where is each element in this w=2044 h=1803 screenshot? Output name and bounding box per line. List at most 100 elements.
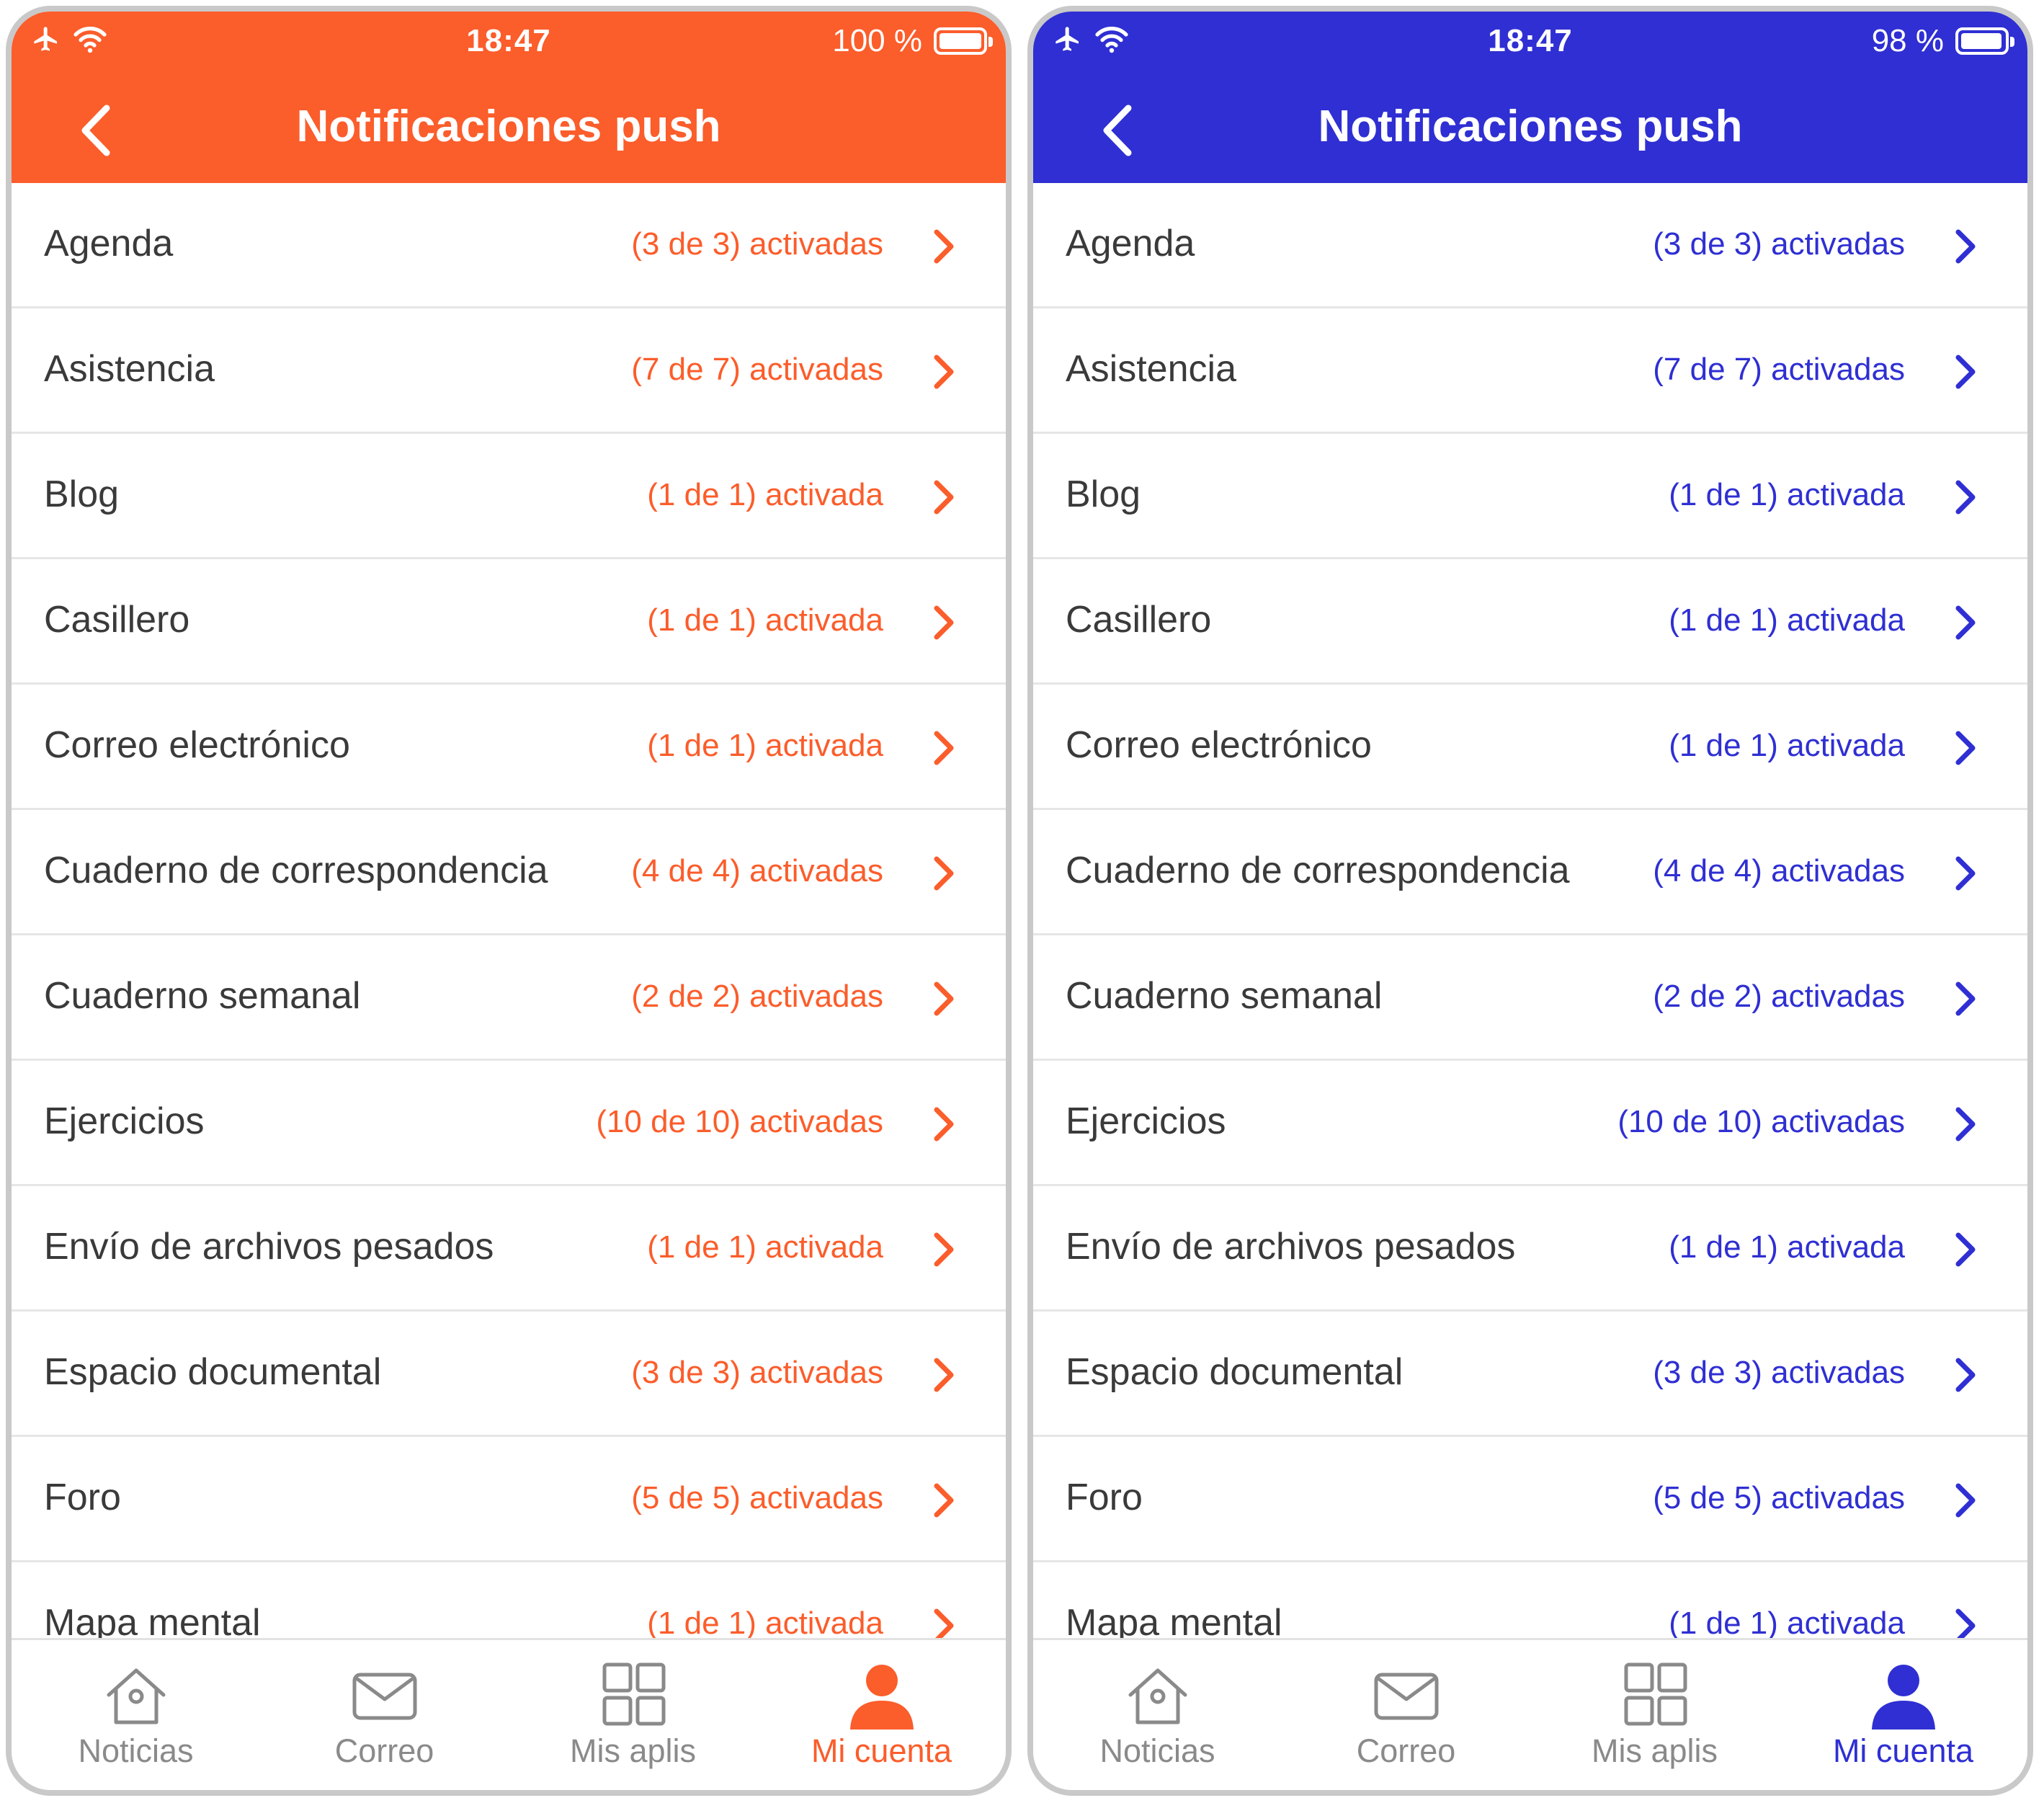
chevron-right-icon <box>1955 605 1976 640</box>
chevron-right-icon <box>1955 1358 1976 1392</box>
notification-row[interactable]: Ejercicios (10 de 10) activadas <box>1033 1061 2027 1186</box>
notification-row[interactable]: Cuaderno de correspondencia (4 de 4) acti… <box>12 810 1006 935</box>
activation-count: (1 de 1) activada <box>647 1229 883 1265</box>
page-title: Notificaciones push <box>1318 102 1743 151</box>
tab-mail[interactable]: Correo <box>260 1640 509 1790</box>
notification-row[interactable]: Correo electrónico (1 de 1) activada <box>1033 685 2027 810</box>
notification-row[interactable]: Agenda (3 de 3) activadas <box>1033 183 2027 308</box>
tab-home[interactable]: Noticias <box>12 1640 260 1790</box>
chevron-right-icon <box>1955 480 1976 515</box>
activation-count: (1 de 1) activada <box>1669 602 1905 638</box>
tab-apps-grid[interactable]: Mis aplis <box>1530 1640 1779 1790</box>
header-bar: 18:47 98 % Notificaciones push <box>1033 12 2027 183</box>
notification-row[interactable]: Casillero (1 de 1) activada <box>12 559 1006 685</box>
home-icon <box>107 1668 165 1724</box>
notification-row[interactable]: Blog (1 de 1) activada <box>1033 434 2027 559</box>
chevron-right-icon <box>1955 981 1976 1016</box>
tab-label: Correo <box>334 1732 434 1769</box>
notification-label: Asistencia <box>1066 348 1236 390</box>
notification-row[interactable]: Asistencia (7 de 7) activadas <box>1033 308 2027 434</box>
notification-row[interactable]: Envío de archivos pesados (1 de 1) activa… <box>12 1186 1006 1312</box>
activation-count: (5 de 5) activadas <box>1653 1480 1905 1515</box>
notification-row[interactable]: Foro (5 de 5) activadas <box>1033 1437 2027 1562</box>
activation-count: (1 de 1) activada <box>647 1606 883 1641</box>
tab-mail[interactable]: Correo <box>1282 1640 1530 1790</box>
tab-home[interactable]: Noticias <box>1033 1640 1282 1790</box>
activation-count: (1 de 1) activada <box>1669 477 1905 512</box>
notification-label: Casillero <box>1066 599 1212 641</box>
chevron-right-icon <box>934 731 954 765</box>
chevron-right-icon <box>1955 229 1976 264</box>
activation-count: (5 de 5) activadas <box>631 1480 883 1515</box>
chevron-right-icon <box>1955 1107 1976 1141</box>
mail-icon <box>352 1673 416 1720</box>
notification-label: Blog <box>1066 473 1141 515</box>
notification-row[interactable]: Ejercicios (10 de 10) activadas <box>12 1061 1006 1186</box>
activation-count: (1 de 1) activada <box>1669 1229 1905 1265</box>
phone-screen-left: 18:47 100 % Notificaciones push Agenda (3… <box>6 6 1012 1796</box>
notification-label: Foro <box>1066 1477 1143 1518</box>
chevron-right-icon <box>934 229 954 264</box>
chevron-right-icon <box>934 1107 954 1141</box>
header-bar: 18:47 100 % Notificaciones push <box>12 12 1006 183</box>
chevron-right-icon <box>934 355 954 389</box>
chevron-right-icon <box>1955 1232 1976 1267</box>
mail-icon <box>1374 1673 1438 1720</box>
notification-label: Agenda <box>1066 223 1195 264</box>
activation-count: (1 de 1) activada <box>1669 728 1905 763</box>
status-bar: 18:47 100 % <box>12 12 1006 69</box>
notification-row[interactable]: Espacio documental (3 de 3) activadas <box>12 1312 1006 1437</box>
activation-count: (3 de 3) activadas <box>631 1355 883 1390</box>
chevron-right-icon <box>1955 856 1976 891</box>
user-icon <box>849 1665 914 1729</box>
tab-label: Noticias <box>1099 1732 1215 1769</box>
page-title: Notificaciones push <box>296 102 721 151</box>
notification-row[interactable]: Cuaderno semanal (2 de 2) activadas <box>1033 935 2027 1061</box>
notification-label: Ejercicios <box>1066 1100 1226 1142</box>
tab-label: Mis aplis <box>569 1732 697 1769</box>
home-icon <box>1128 1668 1187 1724</box>
notification-label: Foro <box>44 1477 121 1518</box>
activation-count: (3 de 3) activadas <box>1653 1355 1905 1390</box>
activation-count: (4 de 4) activadas <box>1653 853 1905 889</box>
notification-row[interactable]: Casillero (1 de 1) activada <box>1033 559 2027 685</box>
notification-label: Envío de archivos pesados <box>1066 1226 1516 1268</box>
notification-row[interactable]: Correo electrónico (1 de 1) activada <box>12 685 1006 810</box>
status-bar: 18:47 98 % <box>1033 12 2027 69</box>
chevron-right-icon <box>934 1483 954 1518</box>
tab-bar: Noticias Correo Mis aplis Mi cuenta <box>1033 1638 2027 1790</box>
activation-count: (3 de 3) activadas <box>631 226 883 262</box>
notification-label: Casillero <box>44 599 190 641</box>
notification-label: Cuaderno de correspondencia <box>44 850 548 891</box>
activation-count: (7 de 7) activadas <box>1653 352 1905 387</box>
tab-bar: Noticias Correo Mis aplis Mi cuenta <box>12 1638 1006 1790</box>
notification-row[interactable]: Agenda (3 de 3) activadas <box>12 183 1006 308</box>
tab-apps-grid[interactable]: Mis aplis <box>509 1640 757 1790</box>
tab-user[interactable]: Mi cuenta <box>757 1640 1006 1790</box>
notifications-list: Agenda (3 de 3) activadas Asistencia (7 de … <box>1033 183 2027 1652</box>
notification-row[interactable]: Foro (5 de 5) activadas <box>12 1437 1006 1562</box>
battery-icon <box>934 27 993 55</box>
activation-count: (7 de 7) activadas <box>631 352 883 387</box>
tab-user[interactable]: Mi cuenta <box>1779 1640 2027 1790</box>
battery-percent: 100 % <box>832 23 922 58</box>
chevron-right-icon <box>934 1358 954 1392</box>
notification-label: Espacio documental <box>44 1351 382 1393</box>
battery-icon <box>1955 27 2014 55</box>
notification-label: Correo electrónico <box>44 724 350 766</box>
notification-label: Cuaderno de correspondencia <box>1066 850 1570 891</box>
notification-row[interactable]: Cuaderno semanal (2 de 2) activadas <box>12 935 1006 1061</box>
tab-label: Mi cuenta <box>1832 1732 1974 1769</box>
notification-row[interactable]: Blog (1 de 1) activada <box>12 434 1006 559</box>
phone-screen-right: 18:47 98 % Notificaciones push Agenda (3 … <box>1027 6 2033 1796</box>
activation-count: (3 de 3) activadas <box>1653 226 1905 262</box>
notification-row[interactable]: Cuaderno de correspondencia (4 de 4) acti… <box>1033 810 2027 935</box>
notification-label: Agenda <box>44 223 174 264</box>
activation-count: (10 de 10) activadas <box>596 1104 883 1139</box>
notification-row[interactable]: Espacio documental (3 de 3) activadas <box>1033 1312 2027 1437</box>
activation-count: (1 de 1) activada <box>647 728 883 763</box>
notification-row[interactable]: Envío de archivos pesados (1 de 1) activa… <box>1033 1186 2027 1312</box>
notification-label: Ejercicios <box>44 1100 205 1142</box>
notification-row[interactable]: Asistencia (7 de 7) activadas <box>12 308 1006 434</box>
notification-label: Cuaderno semanal <box>1066 975 1383 1017</box>
